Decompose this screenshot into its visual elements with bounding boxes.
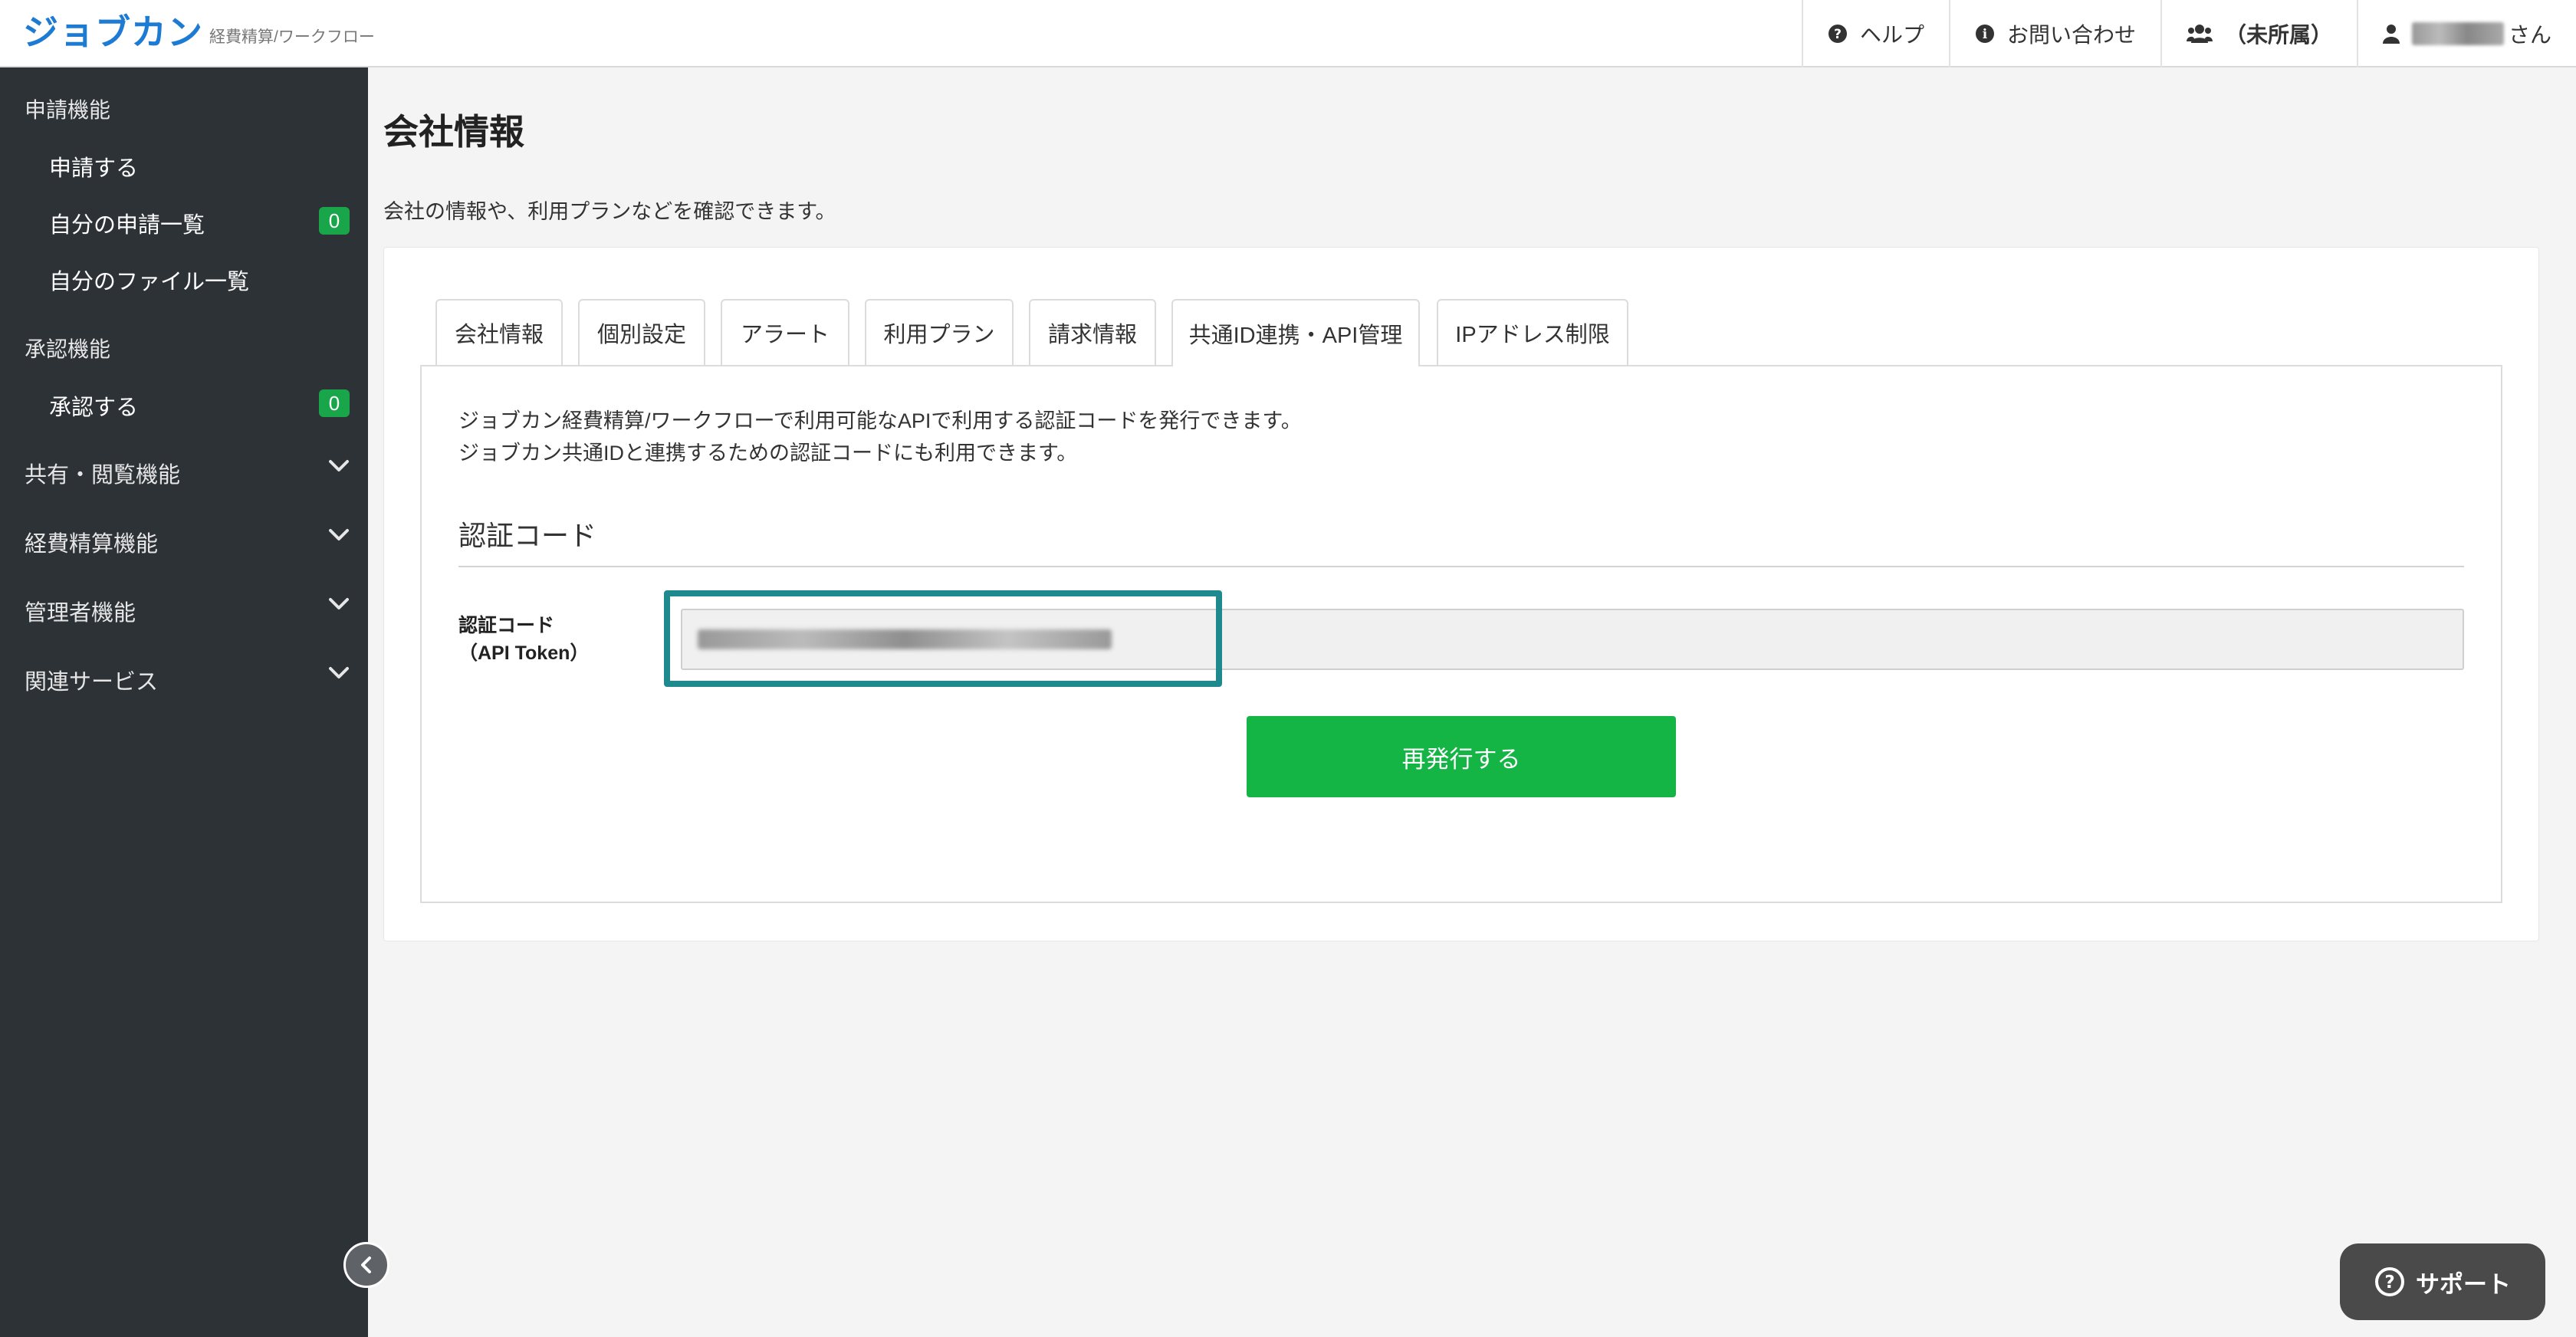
sidebar-group-related[interactable]: 関連サービス [0,655,368,701]
sidebar-group-share[interactable]: 共有・閲覧機能 [0,448,368,494]
support-button[interactable]: ? サポート [2340,1243,2545,1320]
support-label: サポート [2416,1270,2511,1298]
sidebar-item-my-requests[interactable]: 自分の申請一覧 [49,207,205,239]
tab-company-info[interactable]: 会社情報 [435,299,563,365]
page-description: 会社の情報や、利用プランなどを確認できます。 [383,200,836,223]
sidebar-group-label: 関連サービス [25,670,159,695]
contact-label: お問い合わせ [2006,23,2136,47]
blurred-username [2411,22,2504,45]
auth-code-label: 認証コード （API Token） [458,612,589,667]
panel-description-line1: ジョブカン経費精算/ワークフローで利用可能なAPIで利用する認証コードを発行でき… [458,409,1302,432]
user-suffix: さん [2508,23,2551,47]
app-logo[interactable]: ジョブカン 経費精算/ワークフロー [23,11,375,54]
chevron-left-icon [358,1255,375,1275]
auth-code-label-line2: （API Token） [458,642,590,664]
sidebar-group-admin[interactable]: 管理者機能 [0,586,368,632]
chevron-down-icon [328,458,350,478]
info-circle-icon: i [1975,24,1995,44]
sidebar-group-expense[interactable]: 経費精算機能 [0,517,368,563]
svg-text:?: ? [2384,1273,2394,1293]
chevron-down-icon [328,665,350,685]
group-label: （未所属） [2224,23,2332,47]
section-divider [458,566,2464,567]
help-link[interactable]: ? ヘルプ [1801,0,1949,67]
tab-individual-settings[interactable]: 個別設定 [578,299,705,365]
reissue-button[interactable]: 再発行する [1247,716,1676,797]
sidebar-collapse-button[interactable] [343,1242,389,1288]
sidebar-item-my-files[interactable]: 自分のファイル一覧 [49,264,249,296]
contact-link[interactable]: i お問い合わせ [1948,0,2160,67]
users-icon [2186,24,2213,44]
my-requests-badge: 0 [319,207,350,235]
tab-alert[interactable]: アラート [721,299,849,365]
sidebar-section-approve: 承認機能 [25,337,111,361]
header-nav: ? ヘルプ i お問い合わせ （未所属） さん [1801,0,2576,67]
sidebar-group-label: 経費精算機能 [25,532,159,557]
approve-badge: 0 [319,389,350,417]
question-circle-icon: ? [2374,1266,2405,1297]
tab-ip-restriction[interactable]: IPアドレス制限 [1437,299,1628,365]
sidebar-section-apply: 申請機能 [25,98,111,122]
logo-main-text: ジョブカン [23,12,203,52]
sidebar-item-apply[interactable]: 申請する [49,150,138,182]
user-menu[interactable]: さん [2356,0,2576,67]
top-header: ジョブカン 経費精算/ワークフロー ? ヘルプ i お問い合わせ （未所属） さ… [0,0,2576,67]
help-label: ヘルプ [1859,23,1924,47]
tab-plan[interactable]: 利用プラン [865,299,1014,365]
auth-code-label-line1: 認証コード [458,615,555,636]
sidebar: 申請機能 申請する 自分の申請一覧 0 自分のファイル一覧 承認機能 承認する … [0,67,368,1337]
chevron-down-icon [328,596,350,616]
question-circle-icon: ? [1828,24,1848,44]
chevron-down-icon [328,527,350,547]
token-highlight-box [664,590,1222,687]
sidebar-group-label: 管理者機能 [25,601,136,626]
logo-sub-text: 経費精算/ワークフロー [209,28,375,46]
tab-id-api[interactable]: 共通ID連携・API管理 [1171,299,1420,366]
panel-description-line2: ジョブカン共通IDと連携するための認証コードにも利用できます。 [458,442,1078,465]
page-title: 会社情報 [383,112,524,152]
user-icon [2382,24,2400,44]
panel-description: ジョブカン経費精算/ワークフローで利用可能なAPIで利用する認証コードを発行でき… [458,405,1302,469]
sidebar-item-approve[interactable]: 承認する [49,389,138,422]
auth-code-section-title: 認証コード [458,520,597,551]
group-menu[interactable]: （未所属） [2160,0,2357,67]
sidebar-group-label: 共有・閲覧機能 [25,463,181,488]
svg-text:i: i [1983,27,1988,42]
svg-text:?: ? [1834,27,1842,42]
tab-billing[interactable]: 請求情報 [1029,299,1156,365]
